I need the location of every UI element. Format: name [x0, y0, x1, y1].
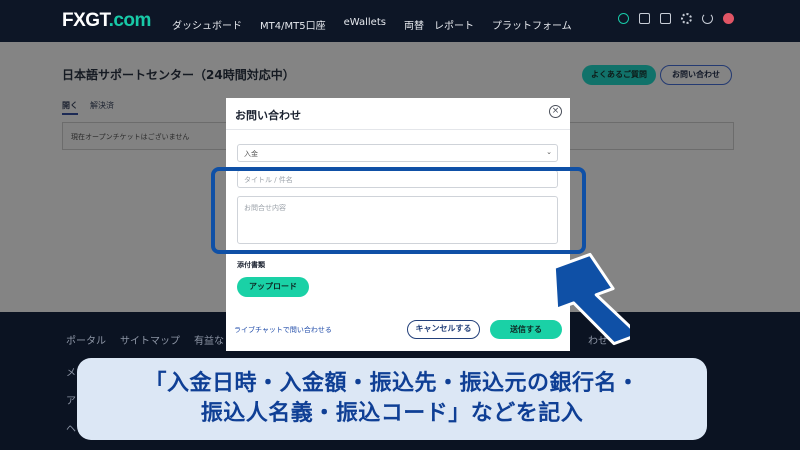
- nav-dashboard[interactable]: ダッシュボード: [172, 17, 242, 32]
- main-nav: ダッシュボード MT4/MT5口座 eWallets 両替 レポート プラットフ…: [172, 17, 572, 32]
- modal-title: お問い合わせ: [235, 109, 301, 122]
- chevron-down-icon: ⌄: [546, 148, 552, 156]
- nav-reports[interactable]: レポート: [434, 17, 474, 32]
- footer-links: ポータル サイトマップ 有益なリ: [66, 332, 234, 347]
- close-icon[interactable]: ×: [549, 105, 562, 118]
- gear-icon[interactable]: [681, 13, 692, 24]
- header-icons: [618, 13, 734, 24]
- check-circle-icon[interactable]: [618, 13, 629, 24]
- tab-resolved[interactable]: 解決済: [90, 100, 114, 115]
- page-title: 日本語サポートセンター（24時間対応中）: [62, 68, 295, 82]
- top-navbar: FXGT.com ダッシュボード MT4/MT5口座 eWallets 両替 レ…: [0, 0, 800, 42]
- power-icon[interactable]: [702, 13, 713, 24]
- instruction-line-1: 「入金日時・入金額・振込先・振込元の銀行名・: [144, 371, 640, 396]
- nav-mt-accounts[interactable]: MT4/MT5口座: [260, 17, 326, 32]
- mail-icon[interactable]: [639, 13, 650, 24]
- highlight-box: [211, 167, 586, 254]
- upload-button[interactable]: アップロード: [237, 277, 309, 297]
- footer-item[interactable]: ア: [66, 392, 76, 407]
- ticket-tabs: 開く 解決済: [62, 100, 114, 115]
- divider: [226, 129, 570, 130]
- tab-open[interactable]: 開く: [62, 100, 78, 115]
- attachments-label: 添付書類: [237, 261, 265, 269]
- instruction-line-2: 振込人名義・振込コード」などを記入: [200, 401, 584, 426]
- footer-link-sitemap[interactable]: サイトマップ: [120, 332, 180, 347]
- category-value: 入金: [244, 150, 258, 158]
- fxgt-logo[interactable]: FXGT.com: [62, 10, 151, 32]
- faq-button[interactable]: よくあるご質問: [582, 65, 656, 85]
- live-chat-link[interactable]: ライブチャットで問い合わせる: [234, 325, 332, 335]
- cancel-button[interactable]: キャンセルする: [407, 320, 480, 339]
- flag-icon[interactable]: [723, 13, 734, 24]
- instruction-banner: 「入金日時・入金額・振込先・振込元の銀行名・ 振込人名義・振込コード」などを記入: [77, 358, 707, 440]
- category-select[interactable]: 入金 ⌄: [237, 144, 558, 162]
- no-tickets-text: 現在オープンチケットはございません: [71, 133, 190, 141]
- footer-item[interactable]: ヘ: [66, 420, 76, 435]
- nav-exchange[interactable]: 両替: [404, 17, 424, 32]
- contact-button[interactable]: お問い合わせ: [660, 65, 732, 85]
- arrow-icon: [552, 252, 630, 346]
- nav-platforms[interactable]: プラットフォーム: [492, 17, 572, 32]
- footer-item[interactable]: メ: [66, 364, 76, 379]
- footer-link-portal[interactable]: ポータル: [66, 332, 106, 347]
- nav-ewallets[interactable]: eWallets: [344, 17, 386, 32]
- card-icon[interactable]: [660, 13, 671, 24]
